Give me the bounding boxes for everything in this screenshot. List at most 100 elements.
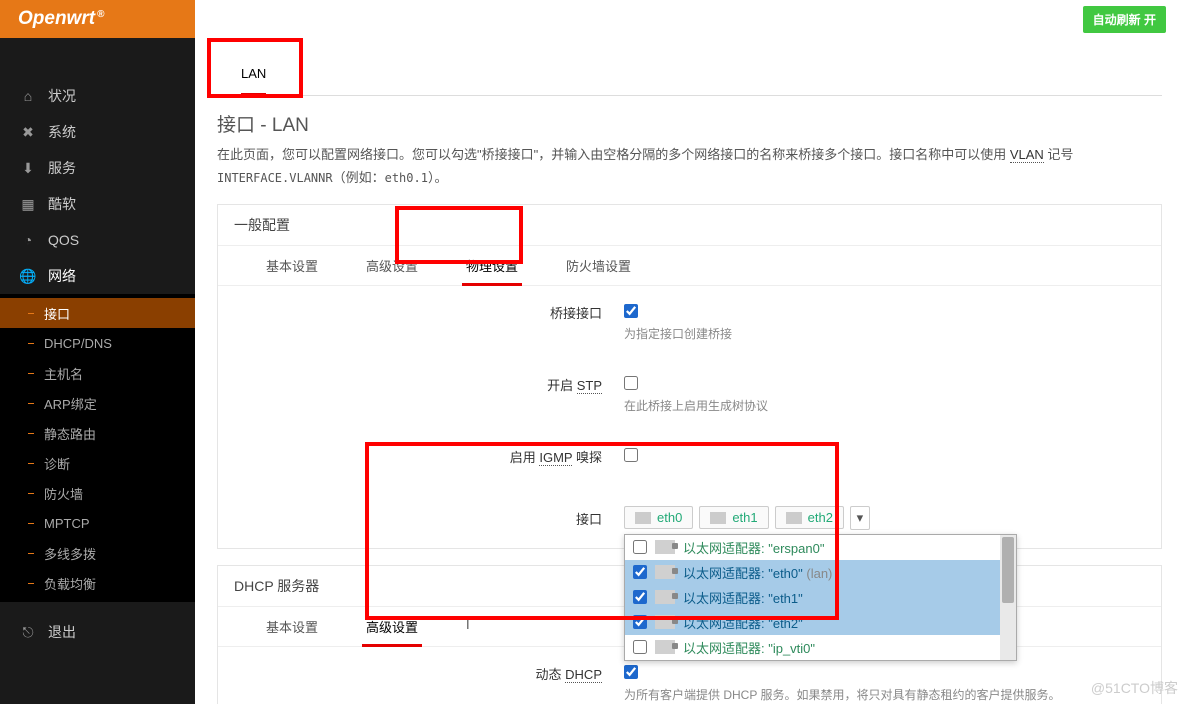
vlan-notation: INTERFACE.VLANNR [217, 171, 333, 185]
stp-checkbox[interactable] [624, 376, 638, 390]
dyndhcp-checkbox[interactable] [624, 665, 638, 679]
subnav-label: 防火墙 [44, 484, 83, 503]
nic-icon [655, 640, 675, 654]
pill-eth0[interactable]: eth0 [624, 506, 693, 529]
nav-label: 系统 [48, 122, 76, 142]
nav-status[interactable]: ⌂ 状况 [0, 78, 195, 114]
scrollbar-thumb[interactable] [1002, 537, 1014, 603]
dropdown-scrollbar[interactable] [1000, 535, 1016, 660]
igmp-checkbox[interactable] [624, 448, 638, 462]
interface-dropdown-toggle[interactable]: ▾ [850, 506, 870, 530]
dhcp-link[interactable]: DHCP [565, 667, 602, 683]
subnav-dhcpdns[interactable]: DHCP/DNS [0, 328, 195, 358]
topbar: 自动刷新 开 [195, 0, 1184, 38]
subnav-label: 主机名 [44, 364, 83, 383]
pill-eth1[interactable]: eth1 [699, 506, 768, 529]
subnav-label: 静态路由 [44, 424, 96, 443]
label-text: 启用 [510, 450, 540, 465]
interface-label: 接口 [218, 506, 624, 530]
nav-label: 状况 [48, 86, 76, 106]
nic-icon [655, 540, 675, 554]
pill-label: eth1 [732, 510, 757, 525]
subnav-mptcp[interactable]: MPTCP [0, 508, 195, 538]
watermark: @51CTO博客 [1091, 678, 1178, 698]
auto-refresh-button[interactable]: 自动刷新 开 [1083, 6, 1166, 33]
desc-text: ）。 [428, 170, 448, 185]
home-icon: ⌂ [20, 88, 36, 104]
desc-text: （例如： [333, 170, 385, 185]
stp-link[interactable]: STP [577, 378, 602, 394]
option-label: 以太网适配器: "erspan0" [683, 538, 824, 557]
nav-qos[interactable]: ◔QOS [0, 222, 195, 258]
option-checkbox[interactable] [633, 565, 647, 579]
vlan-example: eth0.1 [385, 171, 428, 185]
tab-lan[interactable]: LAN [217, 44, 290, 95]
globe-icon: 🌐 [20, 268, 36, 284]
nav: ⌂ 状况 ✖系统 ⬇ 服务 ▦ 酷软 ◔QOS 🌐网络 接口 DHCP/DNS 主机名… [0, 38, 195, 650]
option-checkbox[interactable] [633, 540, 647, 554]
brand-trademark: ® [97, 9, 104, 20]
content: LAN 接口 - LAN 在此页面，您可以配置网络接口。您可以勾选"桥接接口"，… [195, 38, 1184, 704]
download-icon: ⬇ [20, 160, 36, 176]
option-label: 以太网适配器: "eth0" [683, 566, 803, 581]
desc-text: 记号 [1044, 147, 1074, 162]
vlan-link[interactable]: VLAN [1010, 147, 1044, 163]
subnav-mwan[interactable]: 多线多拨 [0, 538, 195, 568]
dhcp-tab-basic[interactable]: 基本设置 [242, 607, 342, 646]
dhcp-tab-ipv6[interactable]: I [442, 607, 494, 646]
nic-icon [655, 565, 675, 579]
sub-nav: 接口 DHCP/DNS 主机名 ARP绑定 静态路由 诊断 防火墙 MPTCP … [0, 294, 195, 602]
nav-label: 服务 [48, 158, 76, 178]
nav-label: 酷软 [48, 194, 76, 214]
pill-eth2[interactable]: eth2 [775, 506, 844, 529]
subnav-label: 负载均衡 [44, 574, 96, 593]
subnav-routes[interactable]: 静态路由 [0, 418, 195, 448]
page-description: 在此页面，您可以配置网络接口。您可以勾选"桥接接口"，并输入由空格分隔的多个网络… [217, 143, 1162, 190]
nav-koolshare[interactable]: ▦ 酷软 [0, 186, 195, 222]
subnav-label: 诊断 [44, 454, 70, 473]
subnav-label: 多线多拨 [44, 544, 96, 563]
nav-logout[interactable]: ⎋退出 [0, 614, 195, 650]
igmp-link[interactable]: IGMP [539, 450, 572, 466]
subnav-loadbalance[interactable]: 负载均衡 [0, 568, 195, 598]
subnav-arp[interactable]: ARP绑定 [0, 388, 195, 418]
brand-logo: Openwrt® [0, 0, 195, 38]
bridge-hint: 为指定接口创建桥接 [624, 325, 1161, 342]
nav-system[interactable]: ✖系统 [0, 114, 195, 150]
interface-dropdown[interactable]: 以太网适配器: "erspan0" 以太网适配器: "eth0" (lan) 以… [624, 534, 1017, 661]
subnav-hostnames[interactable]: 主机名 [0, 358, 195, 388]
nic-icon [655, 615, 675, 629]
option-checkbox[interactable] [633, 615, 647, 629]
label-text: 动态 [536, 667, 566, 682]
tab-advanced[interactable]: 高级设置 [342, 246, 442, 285]
dropdown-option[interactable]: 以太网适配器: "eth2" [625, 610, 1016, 635]
nav-label: QOS [48, 232, 79, 248]
nic-icon [655, 590, 675, 604]
dyndhcp-label: 动态 DHCP [218, 665, 624, 685]
general-config-title: 一般配置 [218, 205, 1161, 245]
interface-tabbar: LAN [217, 44, 1162, 96]
dyndhcp-hint: 为所有客户端提供 DHCP 服务。如果禁用，将只对具有静态租约的客户提供服务。 [624, 686, 1161, 703]
general-config-box: 一般配置 基本设置 高级设置 物理设置 防火墙设置 桥接接口 为指定接口创建桥接… [217, 204, 1162, 549]
dropdown-option[interactable]: 以太网适配器: "ip_vti0" [625, 635, 1016, 660]
interface-pills: eth0 eth1 eth2 ▾ [624, 506, 870, 530]
option-checkbox[interactable] [633, 590, 647, 604]
label-text: 嗅探 [572, 450, 602, 465]
nav-label: 退出 [48, 622, 76, 642]
subnav-interfaces[interactable]: 接口 [0, 298, 195, 328]
nav-network[interactable]: 🌐网络 [0, 258, 195, 294]
subnav-diagnostics[interactable]: 诊断 [0, 448, 195, 478]
nav-services[interactable]: ⬇ 服务 [0, 150, 195, 186]
dhcp-tab-advanced[interactable]: 高级设置 [342, 607, 442, 646]
tab-firewall[interactable]: 防火墙设置 [542, 246, 655, 285]
tab-physical[interactable]: 物理设置 [442, 246, 542, 285]
subnav-label: 接口 [44, 304, 70, 323]
calendar-icon: ▦ [20, 196, 36, 212]
option-checkbox[interactable] [633, 640, 647, 654]
tab-basic[interactable]: 基本设置 [242, 246, 342, 285]
bridge-checkbox[interactable] [624, 304, 638, 318]
dropdown-option[interactable]: 以太网适配器: "eth1" [625, 585, 1016, 610]
subnav-firewall[interactable]: 防火墙 [0, 478, 195, 508]
dropdown-option[interactable]: 以太网适配器: "erspan0" [625, 535, 1016, 560]
dropdown-option[interactable]: 以太网适配器: "eth0" (lan) [625, 560, 1016, 585]
